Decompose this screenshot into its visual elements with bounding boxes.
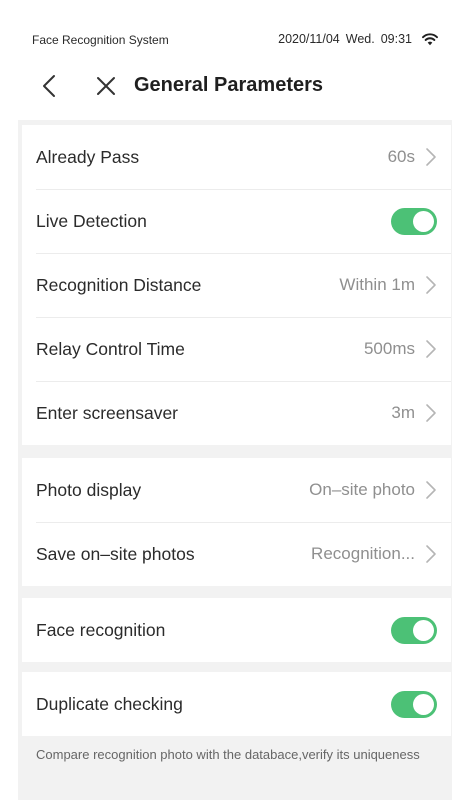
page-title: General Parameters bbox=[134, 74, 324, 96]
enter-screensaver-value: 3m bbox=[391, 403, 415, 422]
face-recognition-row: Face recognition bbox=[22, 598, 451, 662]
relay-control-time-value: 500ms bbox=[363, 339, 415, 358]
close-icon[interactable] bbox=[94, 74, 118, 98]
chevron-right-icon bbox=[426, 481, 436, 499]
status-bar: Face Recognition System 2020/11/04 Wed. … bbox=[18, 22, 452, 58]
chevron-right-icon bbox=[426, 404, 436, 422]
status-weekday: Wed. bbox=[345, 32, 375, 46]
chevron-right-icon bbox=[426, 148, 436, 166]
toggle-knob bbox=[413, 619, 434, 641]
live-detection-label: Live Detection bbox=[36, 210, 147, 231]
enter-screensaver-label: Enter screensaver bbox=[36, 402, 179, 423]
relay-control-time-row[interactable]: Relay Control Time 500ms bbox=[22, 317, 451, 381]
status-app-name: Face Recognition System bbox=[32, 33, 169, 47]
wifi-icon bbox=[422, 32, 438, 45]
settings-group-duplicate: Duplicate checking bbox=[22, 672, 451, 736]
chevron-right-icon bbox=[426, 545, 436, 563]
status-date: 2020/11/04 bbox=[278, 32, 340, 46]
face-recognition-label: Face recognition bbox=[36, 619, 166, 640]
relay-control-time-label: Relay Control Time bbox=[36, 338, 185, 359]
recognition-distance-value: Within 1m bbox=[339, 275, 415, 294]
settings-group-face: Face recognition bbox=[22, 598, 451, 662]
photo-display-row[interactable]: Photo display On–site photo bbox=[22, 458, 451, 522]
duplicate-checking-toggle[interactable] bbox=[391, 690, 437, 718]
chevron-right-icon bbox=[426, 340, 436, 358]
page-header: General Parameters bbox=[18, 58, 452, 120]
settings-group-general: Already Pass 60s Live Detection Recognit… bbox=[22, 125, 451, 445]
chevron-right-icon bbox=[426, 276, 436, 294]
recognition-distance-label: Recognition Distance bbox=[36, 274, 202, 295]
toggle-knob bbox=[413, 210, 434, 232]
app-screen: Face Recognition System 2020/11/04 Wed. … bbox=[18, 22, 452, 800]
live-detection-toggle[interactable] bbox=[391, 207, 437, 235]
save-onsite-photos-value: Recognition... bbox=[311, 544, 415, 563]
already-pass-label: Already Pass bbox=[36, 146, 140, 167]
save-onsite-photos-label: Save on–site photos bbox=[36, 543, 195, 564]
chevron-left-icon[interactable] bbox=[38, 72, 62, 100]
face-recognition-toggle[interactable] bbox=[391, 616, 437, 644]
duplicate-checking-hint: Compare recognition photo with the datab… bbox=[36, 747, 420, 762]
live-detection-row: Live Detection bbox=[22, 189, 451, 253]
already-pass-value: 60s bbox=[387, 147, 415, 166]
save-onsite-photos-row[interactable]: Save on–site photos Recognition... bbox=[22, 522, 451, 586]
status-time: 09:31 bbox=[380, 32, 412, 46]
duplicate-checking-row: Duplicate checking bbox=[22, 672, 451, 736]
recognition-distance-row[interactable]: Recognition Distance Within 1m bbox=[22, 253, 451, 317]
duplicate-checking-label: Duplicate checking bbox=[36, 693, 183, 714]
photo-display-value: On–site photo bbox=[309, 480, 415, 499]
settings-group-photo: Photo display On–site photo Save on–site… bbox=[22, 458, 451, 586]
status-datetime: 2020/11/04 Wed. 09:31 bbox=[278, 32, 438, 46]
toggle-knob bbox=[413, 693, 434, 715]
enter-screensaver-row[interactable]: Enter screensaver 3m bbox=[22, 381, 451, 445]
already-pass-row[interactable]: Already Pass 60s bbox=[22, 125, 451, 189]
photo-display-label: Photo display bbox=[36, 479, 142, 500]
